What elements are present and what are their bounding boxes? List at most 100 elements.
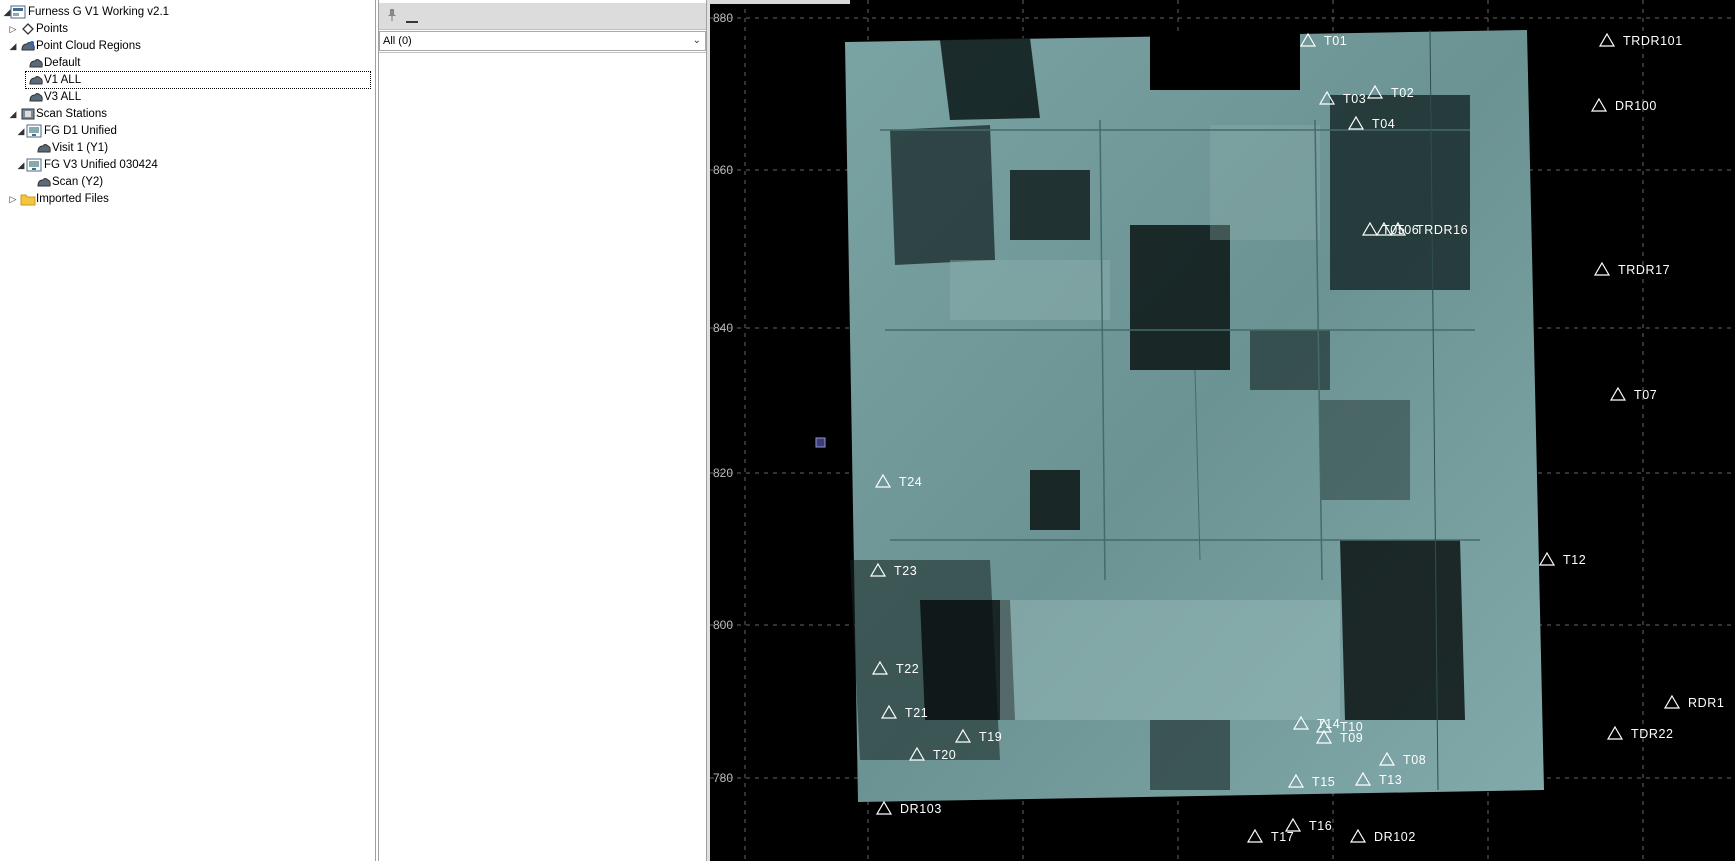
target-label: T02 bbox=[1391, 86, 1414, 100]
tree-item-points[interactable]: ▷ Points bbox=[0, 21, 370, 37]
cloud-void bbox=[1010, 170, 1090, 240]
target-label: T07 bbox=[1634, 388, 1657, 402]
cloud-void bbox=[1340, 540, 1465, 720]
collapse-arrow-icon[interactable]: ◢ bbox=[16, 157, 26, 173]
target-dr103[interactable]: DR103 bbox=[875, 800, 942, 816]
target-dr100[interactable]: DR100 bbox=[1590, 97, 1657, 113]
target-triangle-icon bbox=[1593, 261, 1611, 276]
tree-item-label: Furness G V1 Working v2.1 bbox=[28, 6, 170, 18]
target-label: TRDR101 bbox=[1623, 34, 1683, 48]
target-label: T09 bbox=[1340, 731, 1363, 745]
folder-icon bbox=[20, 192, 36, 206]
viewport-tab[interactable] bbox=[710, 0, 850, 4]
tree-item-label: FG V3 Unified 030424 bbox=[44, 159, 158, 171]
cloud-region-icon bbox=[20, 39, 36, 53]
tree-item-label: V3 ALL bbox=[44, 91, 82, 103]
cloud-void bbox=[1130, 225, 1230, 370]
target-triangle-icon bbox=[1609, 386, 1627, 401]
target-triangle-icon bbox=[1598, 32, 1616, 47]
tree-item-label: Scan (Y2) bbox=[52, 176, 104, 188]
cloud-void bbox=[1330, 95, 1470, 290]
tree-item-label: Points bbox=[36, 23, 68, 35]
expand-arrow-icon[interactable]: ▷ bbox=[8, 191, 18, 207]
target-triangle-icon bbox=[1538, 551, 1556, 566]
tree-item-label: Default bbox=[44, 57, 81, 69]
cloud-icon bbox=[28, 90, 44, 104]
filter-select-value: All (0) bbox=[383, 35, 412, 47]
target-label: RDR1 bbox=[1688, 696, 1724, 710]
target-t17[interactable]: T17 bbox=[1246, 828, 1294, 844]
target-triangle-icon bbox=[1349, 828, 1367, 843]
tree-item-label: Imported Files bbox=[36, 193, 109, 205]
grid-label: 820 bbox=[713, 466, 733, 480]
tree-item-fg-v3-unified-030424[interactable]: ◢ FG V3 Unified 030424 bbox=[0, 157, 370, 173]
tree-item-fg-d1-unified[interactable]: ◢ FG D1 Unified bbox=[0, 123, 370, 139]
viewport-canvas[interactable]: 880 860 840 820 800 780 T01 TRDR101 T02 T03 DR100… bbox=[710, 0, 1735, 861]
points-icon bbox=[20, 22, 36, 36]
expand-arrow-icon[interactable]: ▷ bbox=[8, 21, 18, 37]
grid-label: 780 bbox=[713, 771, 733, 785]
target-trdr101[interactable]: TRDR101 bbox=[1598, 32, 1683, 48]
collapse-arrow-icon[interactable]: ◢ bbox=[16, 123, 26, 139]
tree-item-label: Point Cloud Regions bbox=[36, 40, 141, 52]
target-label: T22 bbox=[896, 662, 919, 676]
cloud-void bbox=[1030, 470, 1080, 530]
target-label: T15 bbox=[1312, 775, 1335, 789]
grid-label: 800 bbox=[713, 618, 733, 632]
tree-item-v3-all[interactable]: V3 ALL bbox=[0, 89, 370, 105]
target-t12[interactable]: T12 bbox=[1538, 551, 1586, 567]
grid-label: 880 bbox=[713, 11, 733, 25]
target-label: T24 bbox=[899, 475, 922, 489]
target-label: T01 bbox=[1324, 34, 1347, 48]
pin-icon[interactable] bbox=[387, 8, 397, 22]
cloud-roof bbox=[950, 260, 1110, 320]
tree-item-scan-y2[interactable]: Scan (Y2) bbox=[0, 174, 370, 190]
target-label: T23 bbox=[894, 564, 917, 578]
target-label: T17 bbox=[1271, 830, 1294, 844]
chevron-down-icon: ⌄ bbox=[692, 35, 701, 46]
minimize-icon[interactable] bbox=[406, 8, 418, 24]
project-icon bbox=[10, 5, 26, 19]
target-label: T21 bbox=[905, 706, 928, 720]
target-triangle-icon bbox=[1246, 828, 1264, 843]
list-toolbar bbox=[379, 3, 706, 30]
point-cloud bbox=[845, 29, 1544, 802]
cloud-void bbox=[1320, 400, 1410, 500]
grid-label: 860 bbox=[713, 163, 733, 177]
target-tdr22[interactable]: TDR22 bbox=[1606, 725, 1674, 741]
cloud-void bbox=[890, 125, 995, 265]
target-trdr17[interactable]: TRDR17 bbox=[1593, 261, 1670, 277]
cloud-void bbox=[1150, 720, 1230, 790]
target-label: TRDR16 bbox=[1416, 223, 1468, 237]
scan-station-icon bbox=[26, 158, 42, 172]
scan-station-icon bbox=[26, 124, 42, 138]
project-tree-panel: ◢ Furness G V1 Working v2.1 ▷ Points ◢ Point … bbox=[0, 0, 376, 861]
object-list[interactable] bbox=[379, 52, 706, 862]
target-t07[interactable]: T07 bbox=[1609, 386, 1657, 402]
cloud-roof bbox=[1000, 600, 1340, 720]
tree-item-visit-1-y1[interactable]: Visit 1 (Y1) bbox=[0, 140, 370, 156]
grid-labels: 880 860 840 820 800 780 bbox=[713, 11, 733, 785]
cloud-void bbox=[940, 38, 1040, 120]
collapse-arrow-icon[interactable]: ◢ bbox=[8, 106, 18, 122]
tree-item-scan-stations[interactable]: ◢ Scan Stations bbox=[0, 106, 370, 122]
filter-select[interactable]: All (0) ⌄ bbox=[379, 31, 706, 51]
tree-item-furness-g-v1-working-v2-1[interactable]: ◢ Furness G V1 Working v2.1 bbox=[0, 4, 370, 20]
target-label: DR102 bbox=[1374, 830, 1416, 844]
target-rdr1[interactable]: RDR1 bbox=[1663, 694, 1724, 710]
target-triangle-icon bbox=[875, 800, 893, 815]
target-label: T08 bbox=[1403, 753, 1426, 767]
model-viewport[interactable]: 880 860 840 820 800 780 T01 TRDR101 T02 T03 DR100… bbox=[710, 0, 1735, 861]
scan-stations-icon bbox=[20, 107, 36, 121]
target-label: TRDR17 bbox=[1618, 263, 1670, 277]
tree-item-default[interactable]: Default bbox=[0, 55, 370, 71]
target-triangle-icon bbox=[1590, 97, 1608, 112]
tree-item-point-cloud-regions[interactable]: ◢ Point Cloud Regions bbox=[0, 38, 370, 54]
tree-item-v1-all[interactable]: V1 ALL bbox=[25, 71, 371, 89]
tree-item-label: Visit 1 (Y1) bbox=[52, 142, 109, 154]
target-label: T04 bbox=[1372, 117, 1395, 131]
tree-item-imported-files[interactable]: ▷ Imported Files bbox=[0, 191, 370, 207]
target-dr102[interactable]: DR102 bbox=[1349, 828, 1416, 844]
collapse-arrow-icon[interactable]: ◢ bbox=[8, 38, 18, 54]
target-label: T03 bbox=[1343, 92, 1366, 106]
